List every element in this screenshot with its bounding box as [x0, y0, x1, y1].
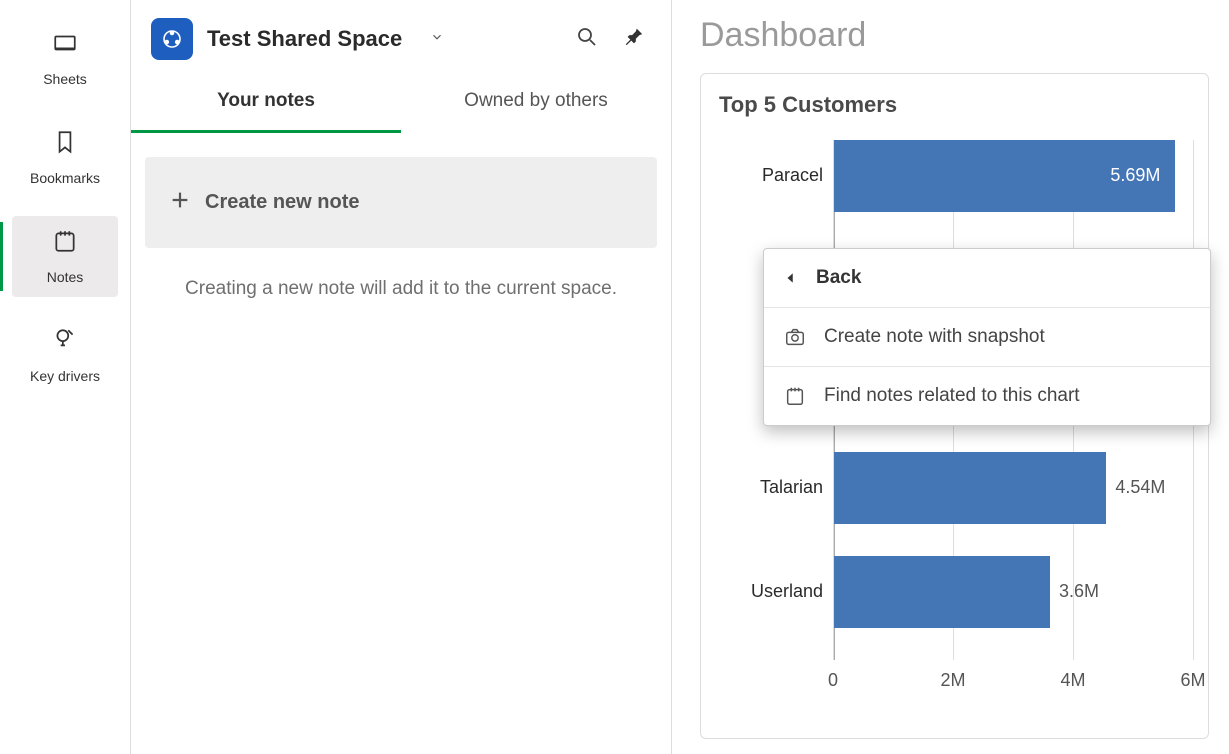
nav-item-label: Key drivers — [30, 368, 100, 384]
nav-item-label: Sheets — [43, 71, 87, 87]
bookmark-icon — [52, 129, 78, 160]
helper-text: Creating a new note will add it to the c… — [131, 278, 671, 300]
space-header: Test Shared Space — [131, 0, 671, 74]
space-title: Test Shared Space — [207, 26, 402, 52]
bar[interactable] — [834, 556, 1050, 628]
sheets-icon — [52, 30, 78, 61]
space-dropdown[interactable] — [430, 30, 444, 49]
nav-item-sheets[interactable]: Sheets — [12, 18, 118, 99]
pin-icon[interactable] — [623, 25, 645, 54]
dashboard-area: Dashboard Top 5 Customers 0 2M 4M 6M Paracel… — [672, 0, 1229, 754]
dashboard-title: Dashboard — [700, 16, 1209, 55]
x-tick: 4M — [1060, 670, 1085, 691]
note-tabs: Your notes Owned by others — [131, 74, 671, 133]
chart-title: Top 5 Customers — [719, 92, 1190, 118]
tab-owned-by-others[interactable]: Owned by others — [401, 74, 671, 133]
create-new-note-button[interactable]: Create new note — [145, 157, 657, 248]
bar[interactable] — [834, 452, 1106, 524]
nav-item-notes[interactable]: Notes — [12, 216, 118, 297]
context-create-snapshot-note[interactable]: Create note with snapshot — [764, 307, 1210, 366]
bar-value-label: 3.6M — [1059, 581, 1099, 602]
search-icon[interactable] — [575, 25, 599, 54]
context-snapshot-label: Create note with snapshot — [824, 326, 1045, 348]
nav-item-label: Bookmarks — [30, 170, 100, 186]
bar-category-label: Talarian — [723, 477, 823, 498]
bar-value-label: 5.69M — [1110, 165, 1160, 186]
notes-icon — [52, 228, 78, 259]
plus-icon — [169, 189, 191, 216]
bar-category-label: Paracel — [723, 165, 823, 186]
notes-panel: Test Shared Space Your notes Owned by ot… — [130, 0, 672, 754]
context-find-label: Find notes related to this chart — [824, 385, 1080, 407]
tab-your-notes[interactable]: Your notes — [131, 74, 401, 133]
x-tick: 0 — [828, 670, 838, 691]
nav-rail: Sheets Bookmarks Notes Key drivers — [0, 0, 130, 754]
lightbulb-icon — [52, 327, 78, 358]
x-tick: 6M — [1180, 670, 1205, 691]
bar-category-label: Userland — [723, 581, 823, 602]
context-back[interactable]: Back — [764, 249, 1210, 307]
bar-value-label: 4.54M — [1115, 477, 1165, 498]
chart-context-menu: Back Create note with snapshot Find note… — [763, 248, 1211, 426]
chart-card: Top 5 Customers 02M4M6MParacel5.69MDeakT… — [700, 73, 1209, 739]
create-note-label: Create new note — [205, 191, 359, 214]
x-tick: 2M — [940, 670, 965, 691]
nav-item-bookmarks[interactable]: Bookmarks — [12, 117, 118, 198]
nav-item-label: Notes — [47, 269, 84, 285]
space-badge-icon — [151, 18, 193, 60]
context-find-related-notes[interactable]: Find notes related to this chart — [764, 366, 1210, 425]
nav-item-key-drivers[interactable]: Key drivers — [12, 315, 118, 396]
context-back-label: Back — [816, 267, 861, 289]
